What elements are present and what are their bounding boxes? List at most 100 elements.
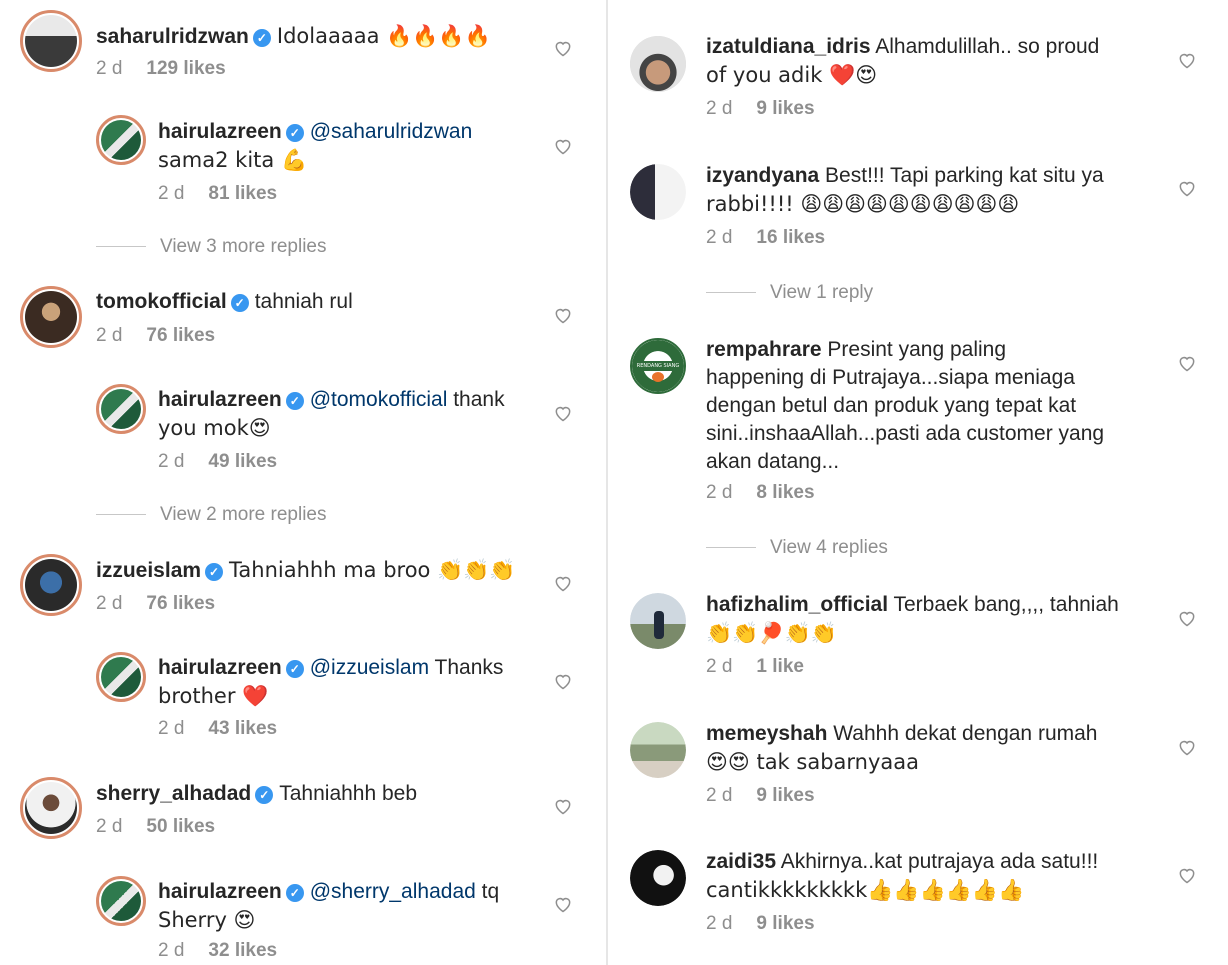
comment-body: Terbaek bang,,,, tahniah [888,593,1119,616]
avatar[interactable] [630,593,686,649]
comment-text: izatuldiana_idris Alhamdulillah.. so pro… [706,33,1176,90]
username[interactable]: hairulazreen [158,656,282,679]
heart-outline-icon[interactable] [553,38,573,58]
heart-outline-icon[interactable] [553,671,573,691]
likes-count[interactable]: 49 likes [208,451,277,472]
heart-outline-icon[interactable] [1177,178,1197,198]
username[interactable]: hairulazreen [158,120,282,143]
comment-age: 2 d [706,785,733,806]
likes-count[interactable]: 43 likes [208,718,277,739]
reply-meta: 2 d 32 likes [158,940,277,962]
avatar[interactable] [630,722,686,778]
likes-count[interactable]: 50 likes [146,816,215,837]
likes-count[interactable]: 129 likes [146,58,225,79]
username[interactable]: tomokofficial [96,290,227,313]
reply-text: hairulazreen ✓ @saharulridzwan sama2 kita 💪 [158,118,548,175]
avatar[interactable] [630,36,686,92]
avatar[interactable] [630,164,686,220]
heart-outline-icon[interactable] [553,305,573,325]
username[interactable]: sherry_alhadad [96,782,251,805]
avatar[interactable] [96,384,146,434]
heart-outline-icon[interactable] [1177,608,1197,628]
view-replies-label: View 3 more replies [160,236,327,257]
heart-outline-icon[interactable] [1177,50,1197,70]
comment-meta: 2 d 76 likes [96,593,215,615]
mention-link[interactable]: @tomokofficial [310,388,448,411]
username[interactable]: rempahrare [706,338,822,361]
likes-count[interactable]: 9 likes [756,913,814,934]
username[interactable]: hairulazreen [158,388,282,411]
comment-body: Alhamdulillah.. so proud [870,35,1100,58]
reply-body-line2: brother ❤️ [158,684,269,708]
mention-link[interactable]: @saharulridzwan [310,120,473,143]
comment-text: zaidi35 Akhirnya..kat putrajaya ada satu… [706,848,1176,905]
avatar[interactable] [96,652,146,702]
likes-count[interactable]: 76 likes [146,325,215,346]
likes-count[interactable]: 76 likes [146,593,215,614]
username[interactable]: memeyshah [706,722,827,745]
username[interactable]: izyandyana [706,164,819,187]
username[interactable]: izatuldiana_idris [706,35,871,58]
heart-outline-icon[interactable] [1177,737,1197,757]
reply-body: Thanks [429,656,504,679]
username[interactable]: saharulridzwan [96,25,249,48]
comment-body-line5: akan datang... [706,450,840,473]
comment-meta: 2 d 129 likes [96,58,226,80]
view-replies-button[interactable]: View 1 reply [706,282,873,304]
username[interactable]: hairulazreen [158,880,282,903]
comment-meta: 2 d 9 likes [706,913,815,935]
verified-badge-icon: ✓ [255,786,274,804]
avatar[interactable] [630,850,686,906]
verified-badge-icon: ✓ [205,563,224,581]
avatar[interactable] [20,554,82,616]
comment-body-line2: cantikkkkkkkkk👍👍👍👍👍👍 [706,878,1025,902]
avatar[interactable] [20,286,82,348]
heart-outline-icon[interactable] [1177,353,1197,373]
view-more-replies-button[interactable]: View 2 more replies [96,504,327,526]
username[interactable]: zaidi35 [706,850,776,873]
likes-count[interactable]: 16 likes [756,227,825,248]
comment-text: hafizhalim_official Terbaek bang,,,, tah… [706,591,1176,648]
likes-count[interactable]: 1 like [756,656,804,677]
reply-age: 2 d [158,718,185,739]
heart-outline-icon[interactable] [553,136,573,156]
comment-body-line4: sini..inshaaAllah...pasti ada customer y… [706,422,1105,445]
likes-count[interactable]: 9 likes [756,785,814,806]
comment-age: 2 d [96,58,123,79]
heart-outline-icon[interactable] [553,573,573,593]
mention-link[interactable]: @izzueislam [310,656,429,679]
likes-count[interactable]: 81 likes [208,183,277,204]
avatar[interactable] [20,777,82,839]
brand-logo-avatar[interactable]: RENDANG SIANG BAKAR [630,338,686,394]
heart-outline-icon[interactable] [1177,865,1197,885]
comment-body-line2: 👏👏🏓👏👏 [706,621,837,645]
username[interactable]: izzueislam [96,559,201,582]
comment-body: Presint yang paling [821,338,1007,361]
avatar[interactable] [20,10,82,72]
heart-outline-icon[interactable] [553,796,573,816]
heart-outline-icon[interactable] [553,403,573,423]
comment-text: sherry_alhadad ✓ Tahniahhh beb [96,780,417,808]
reply-body-line2: sama2 kita 💪 [158,148,308,172]
avatar[interactable] [96,115,146,165]
view-replies-button[interactable]: View 4 replies [706,537,888,559]
mention-link[interactable]: @sherry_alhadad [310,880,476,903]
heart-outline-icon[interactable] [553,894,573,914]
reply-text: hairulazreen ✓ @izzueislam Thanks brother ❤… [158,654,548,711]
reply-age: 2 d [158,940,185,961]
right-comment-column: izatuldiana_idris Alhamdulillah.. so pro… [606,0,1228,965]
likes-count[interactable]: 8 likes [756,482,814,503]
comment-meta: 2 d 8 likes [706,482,815,504]
comment-body-line3: dengan betul dan produk yang tepat kat [706,394,1077,417]
likes-count[interactable]: 32 likes [208,940,277,961]
reply-body-line2: Sherry 😍 [158,908,256,932]
username[interactable]: hafizhalim_official [706,593,888,616]
comment-age: 2 d [706,482,733,503]
comment-age: 2 d [96,816,123,837]
view-more-replies-button[interactable]: View 3 more replies [96,236,327,258]
reply-meta: 2 d 43 likes [158,718,277,740]
likes-count[interactable]: 9 likes [756,98,814,119]
comment-text: memeyshah Wahhh dekat dengan rumah 😍😍 tak… [706,720,1176,777]
comment-meta: 2 d 76 likes [96,325,215,347]
avatar[interactable] [96,876,146,926]
